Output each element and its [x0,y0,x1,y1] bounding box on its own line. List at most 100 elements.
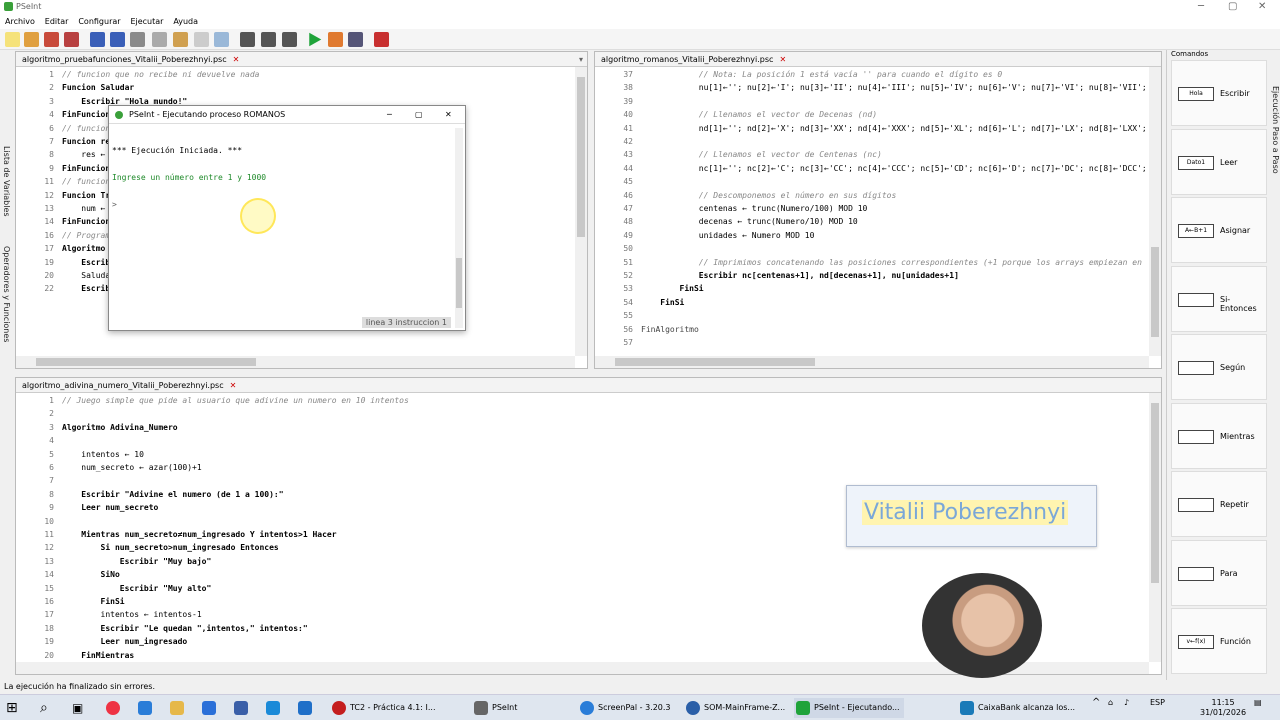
code-line[interactable]: FinFuncion [62,110,110,119]
code-line[interactable]: nd[1]←''; nd[2]←'X'; nd[3]←'XX'; nd[4]←'… [641,124,1147,133]
code-line[interactable]: FinSi [641,298,684,307]
debug-icon[interactable] [282,32,297,47]
tab-step-execution[interactable]: Ejecución Paso a Paso [1271,86,1280,174]
editor-tab[interactable]: algoritmo_adivina_numero_Vitalii_Poberez… [16,378,1161,393]
close-icon[interactable]: ✕ [445,106,452,124]
editor-tab[interactable]: algoritmo_pruebafunciones_Vitalii_Pobere… [16,52,587,67]
maximize-icon[interactable]: ▢ [1228,1,1237,12]
undo-icon[interactable] [90,32,105,47]
dialog-titlebar[interactable]: PSeInt - Ejecutando proceso ROMANOS ─ ▢ … [109,106,465,124]
code-line[interactable]: // Llenamos el vector de Centenas (nc) [641,150,882,159]
code-line[interactable]: Mientras num_secreto≠num_ingresado Y int… [62,530,336,539]
taskbar-app[interactable]: PSeInt [472,698,562,718]
menu-ejecutar[interactable]: Ejecutar [130,15,163,29]
cut-icon[interactable] [130,32,145,47]
start-icon[interactable]: ⊞ [6,698,22,718]
task-view-icon[interactable]: ▣ [72,698,83,718]
calculator-icon[interactable] [234,701,248,715]
copy-icon[interactable] [152,32,167,47]
code-area[interactable]: // Nota: La posición 1 está vacía '' par… [635,67,1147,356]
taskbar-app[interactable]: TC2 - Práctica 4.1: I... [330,698,460,718]
explain-icon[interactable] [348,32,363,47]
dialog-scrollbar[interactable] [455,128,463,328]
menu-ayuda[interactable]: Ayuda [173,15,198,29]
minimize-icon[interactable]: ─ [1198,1,1204,12]
menu-archivo[interactable]: Archivo [5,15,35,29]
code-line[interactable]: intentos ← intentos-1 [62,610,202,619]
new-file-icon[interactable] [5,32,20,47]
command-1[interactable]: Dato1 Leer [1171,128,1267,195]
taskbar-app[interactable]: ScreenPal - 3.20.3 [578,698,678,718]
code-line[interactable]: centenas ← trunc(Numero/100) MOD 10 [641,204,868,213]
tab-operators[interactable]: Operadores y Funciones [2,246,11,342]
app-icon[interactable] [202,701,216,715]
app-icon[interactable] [138,701,152,715]
run-icon[interactable] [309,32,322,47]
code-line[interactable]: unidades ← Numero MOD 10 [641,231,815,240]
clock[interactable]: 11:15 31/01/2026 [1200,698,1246,718]
code-line[interactable]: SiNo [62,570,120,579]
outlook-icon[interactable] [298,701,312,715]
vertical-scrollbar[interactable] [575,67,587,356]
network-icon[interactable]: ⌂ [1108,698,1113,708]
code-line[interactable]: Algoritmo Adivina_Numero [62,423,178,432]
execution-dialog[interactable]: PSeInt - Ejecutando proceso ROMANOS ─ ▢ … [108,105,466,331]
close-tab-icon[interactable]: ✕ [233,55,240,64]
horizontal-scrollbar[interactable] [16,356,575,368]
code-line[interactable]: nu[1]←''; nu[2]←'I'; nu[3]←'II'; nu[4]←'… [641,83,1147,92]
taskbar-app[interactable]: CaixaBank alcanza los... [958,698,1078,718]
editor-romanos[interactable]: algoritmo_romanos_Vitalii_Poberezhnyi.ps… [594,51,1162,369]
flowchart-icon[interactable] [240,32,255,47]
close-icon[interactable]: ✕ [1258,1,1266,12]
command-3[interactable]: Si-Entonces [1171,265,1267,332]
code-line[interactable]: FinMientras [62,651,134,660]
dropdown-icon[interactable]: ▾ [579,52,583,67]
code-line[interactable]: Escribir "Adivine el numero (de 1 a 100)… [62,490,283,499]
paste-icon[interactable] [173,32,188,47]
code-line[interactable]: Escribir nc[centenas+1], nd[decenas+1], … [641,271,959,280]
code-line[interactable]: Leer num_ingresado [62,637,188,646]
redo-icon[interactable] [110,32,125,47]
explorer-icon[interactable] [170,701,184,715]
code-line[interactable]: Escribir "Muy bajo" [62,557,212,566]
open-file-icon[interactable] [24,32,39,47]
code-line[interactable]: // Llenamos el vector de Decenas (nd) [641,110,877,119]
horizontal-scrollbar[interactable] [595,356,1149,368]
code-line[interactable]: // Descomponemos el número en sus dígito… [641,191,896,200]
code-line[interactable]: FinSi [641,284,704,293]
save-icon[interactable] [44,32,59,47]
code-line[interactable]: nc[1]←''; nc[2]←'C'; nc[3]←'CC'; nc[4]←'… [641,164,1147,173]
taskbar-app[interactable]: SOM-MainFrame-Z... [684,698,789,718]
command-7[interactable]: Para [1171,539,1267,606]
code-line[interactable]: intentos ← 10 [62,450,144,459]
step-icon[interactable] [261,32,276,47]
find-icon[interactable] [214,32,229,47]
code-line[interactable]: FinSi [62,597,125,606]
command-6[interactable]: Repetir [1171,471,1267,537]
code-line[interactable]: Escribir "Le quedan ",intentos," intento… [62,624,308,633]
code-line[interactable]: Leer num_secreto [62,503,158,512]
command-5[interactable]: Mientras [1171,402,1267,469]
command-4[interactable]: Según [1171,334,1267,400]
code-line[interactable]: // Juego simple que pide al usuario que … [62,396,409,405]
code-line[interactable]: // funcion que no recibe ni devuelve nad… [62,70,259,79]
volume-icon[interactable]: ♪ [1124,698,1129,708]
menu-editar[interactable]: Editar [45,15,69,29]
command-0[interactable]: Hola Escribir [1171,60,1267,126]
search-icon[interactable]: ⌕ [40,698,48,718]
code-line[interactable]: FinFuncion [62,217,110,226]
taskbar-app-active[interactable]: PSeInt - Ejecutando... [794,698,904,718]
editor-tab[interactable]: algoritmo_romanos_Vitalii_Poberezhnyi.ps… [595,52,1161,67]
command-8[interactable]: v←f(x) Función [1171,608,1267,674]
chevron-up-icon[interactable]: ^ [1092,698,1100,708]
notification-icon[interactable]: ▤ [1254,698,1262,708]
vertical-scrollbar[interactable] [1149,67,1161,356]
code-line[interactable]: // Nota: La posición 1 está vacía '' par… [641,70,1002,79]
close-tab-icon[interactable]: ✕ [779,55,786,64]
command-2[interactable]: A←B+1 Asignar [1171,197,1267,263]
vertical-scrollbar[interactable] [1149,393,1161,662]
code-line[interactable]: FinFuncion [62,164,110,173]
language-indicator[interactable]: ESP [1150,698,1165,708]
maximize-icon[interactable]: ▢ [415,106,423,124]
code-line[interactable]: FinAlgoritmo [641,325,699,334]
